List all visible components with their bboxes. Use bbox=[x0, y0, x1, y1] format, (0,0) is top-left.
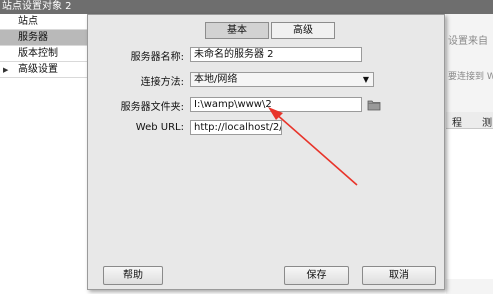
background-text: 设置来自 bbox=[448, 36, 488, 47]
folder-icon[interactable] bbox=[367, 99, 381, 111]
server-folder-input[interactable]: I:\wamp\www\2 bbox=[190, 97, 362, 112]
background-table-body bbox=[446, 129, 493, 279]
connect-method-label: 连接方法: bbox=[140, 77, 184, 88]
sidebar-item-version-control[interactable]: 版本控制 bbox=[0, 46, 87, 62]
column-header: 程 bbox=[452, 118, 462, 129]
web-url-label: Web URL: bbox=[135, 122, 184, 133]
help-button[interactable]: 帮助 bbox=[103, 266, 163, 285]
server-folder-label: 服务器文件夹: bbox=[120, 102, 184, 113]
connect-method-value: 本地/网络 bbox=[194, 74, 238, 85]
server-name-input[interactable]: 未命名的服务器 2 bbox=[190, 47, 362, 62]
triangle-right-icon[interactable]: ▶ bbox=[3, 62, 8, 78]
background-text: 要连接到 W bbox=[448, 72, 493, 82]
tab-advanced[interactable]: 高级 bbox=[271, 22, 335, 39]
window-title: 站点设置对象 2 bbox=[0, 0, 493, 14]
server-name-label: 服务器名称: bbox=[130, 52, 184, 63]
sidebar-item-advanced[interactable]: ▶ 高级设置 bbox=[0, 62, 87, 78]
sidebar-item-server[interactable]: 服务器 bbox=[0, 30, 87, 46]
sidebar-item-label: 版本控制 bbox=[18, 48, 58, 59]
server-settings-dialog: 基本 高级 服务器名称: 未命名的服务器 2 连接方法: 本地/网络 ▼ 服务器… bbox=[87, 14, 445, 290]
connect-method-select[interactable]: 本地/网络 ▼ bbox=[190, 72, 374, 87]
cancel-button[interactable]: 取消 bbox=[362, 266, 436, 285]
sidebar: 站点 服务器 版本控制 ▶ 高级设置 bbox=[0, 14, 87, 294]
column-header: 测 bbox=[482, 118, 492, 129]
sidebar-item-label: 高级设置 bbox=[18, 64, 58, 75]
background-table-header: 程 测 bbox=[446, 112, 493, 129]
chevron-down-icon: ▼ bbox=[362, 75, 369, 84]
save-button[interactable]: 保存 bbox=[284, 266, 349, 285]
sidebar-item-label: 服务器 bbox=[18, 32, 48, 43]
tab-basic[interactable]: 基本 bbox=[205, 22, 269, 39]
web-url-input[interactable]: http://localhost/2/ bbox=[190, 120, 282, 135]
sidebar-item-site[interactable]: 站点 bbox=[0, 14, 87, 30]
sidebar-item-label: 站点 bbox=[18, 16, 38, 27]
tab-bar: 基本 高级 bbox=[205, 22, 335, 39]
